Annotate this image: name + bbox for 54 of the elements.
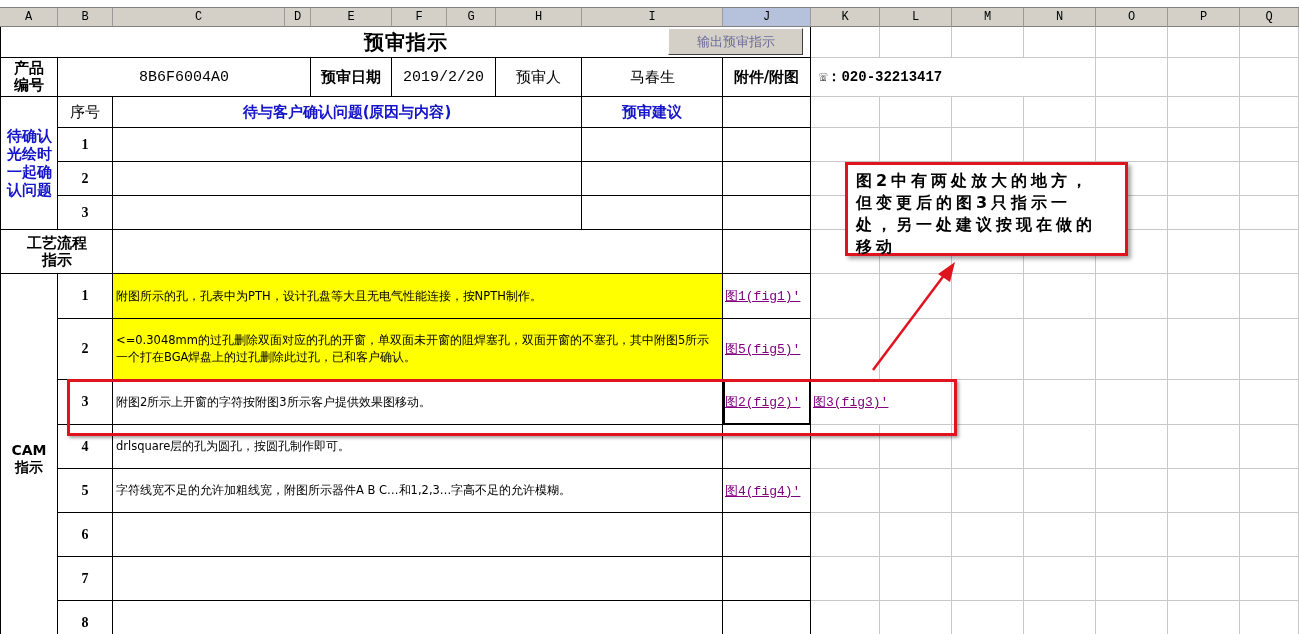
instruction-cell: drlsquare层的孔为圆孔，按圆孔制作即可。 <box>113 425 723 469</box>
column-header[interactable]: O <box>1096 8 1168 27</box>
instruction-cell: <=0.3048mm的过孔删除双面对应的孔的开窗，单双面未开窗的阻焊塞孔，双面开窗的不塞孔，其中附图5所示一个打在BGA焊盘上的过孔删除此过孔，已和客户确认。 <box>113 319 723 380</box>
column-header[interactable]: C <box>113 8 285 27</box>
row-number: 3 <box>81 394 89 410</box>
field-value: 马春生 <box>629 68 675 87</box>
attachment-link[interactable]: 图3(fig3)' <box>811 393 889 411</box>
row-number: 1 <box>81 136 89 153</box>
attachment-link[interactable]: 图1(fig1)' <box>723 287 801 305</box>
row-number: 4 <box>81 438 89 455</box>
column-header[interactable]: G <box>447 8 496 27</box>
column-header[interactable]: A <box>0 8 58 27</box>
instruction-cell: 附图所示的孔，孔表中为PTH，设计孔盘等大且无电气性能连接，按NPTH制作。 <box>113 274 723 319</box>
callout-note: 图2中有两处放大的地方，但变更后的图3只指示一处，另一处建议按现在做的移动 <box>845 162 1128 256</box>
column-header[interactable]: J <box>723 8 811 27</box>
column-header[interactable]: M <box>952 8 1024 27</box>
attachment-link[interactable]: 图4(fig4)' <box>723 481 801 500</box>
instruction-cell: 字符线宽不足的允许加粗线宽，附图所示器件A B C…和1,2,3…字高不足的允许模糊。 <box>113 469 723 513</box>
field-label: 预审日期 <box>321 68 381 86</box>
column-title: 预审建议 <box>622 103 682 121</box>
instruction-cell: 附图2所示上开窗的字符按附图3所示客户提供效果图移动。 <box>113 380 723 425</box>
column-header[interactable]: N <box>1024 8 1096 27</box>
column-header[interactable]: L <box>880 8 952 27</box>
field-label: 附件/附图 <box>733 68 800 86</box>
column-title: 待与客户确认问题(原因与内容) <box>242 103 452 121</box>
row-number: 5 <box>81 482 89 499</box>
row-number: 2 <box>81 170 89 187</box>
section-label: CAM 指示 <box>10 442 48 476</box>
column-title: 序号 <box>70 103 100 121</box>
column-header[interactable]: D <box>285 8 311 27</box>
column-header[interactable]: F <box>392 8 447 27</box>
column-header[interactable]: B <box>58 8 113 27</box>
column-header[interactable]: E <box>311 8 392 27</box>
column-header[interactable]: Q <box>1240 8 1299 27</box>
row-number: 3 <box>81 204 89 221</box>
field-value: 2019/2/20 <box>403 68 484 86</box>
field-value: 8B6F6004A0 <box>139 68 229 86</box>
section-label: 工艺流程指示 <box>25 234 88 269</box>
row-number: 2 <box>81 341 89 357</box>
row-number: 7 <box>81 570 89 587</box>
column-header[interactable]: P <box>1168 8 1240 27</box>
column-header[interactable]: H <box>496 8 582 27</box>
field-label: 产品编号 <box>13 60 45 94</box>
column-header[interactable]: K <box>811 8 880 27</box>
sheet-title: 预审指示 <box>363 28 448 56</box>
row-number: 8 <box>81 614 89 631</box>
row-number: 1 <box>81 288 89 304</box>
section-label: 待确认光绘时一起确认问题 <box>5 127 53 199</box>
attachment-link[interactable]: 图5(fig5)' <box>723 340 801 358</box>
field-label: 预审人 <box>516 68 561 86</box>
attachment-link[interactable]: 图2(fig2)' <box>723 393 801 411</box>
phone-number: ☏：020-32213417 <box>818 68 943 86</box>
row-number: 6 <box>81 526 89 543</box>
column-header[interactable]: I <box>582 8 723 27</box>
